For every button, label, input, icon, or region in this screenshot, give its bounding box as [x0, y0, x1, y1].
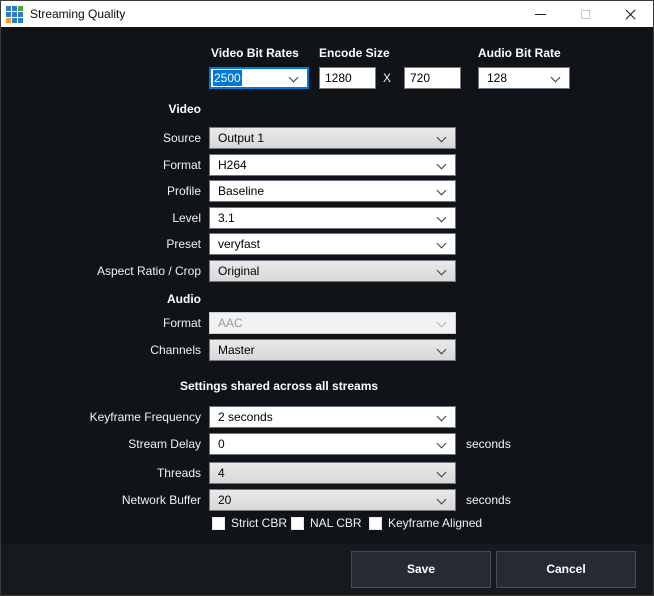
video-section-header: Video — [1, 102, 201, 116]
maximize-button — [563, 1, 608, 27]
save-button[interactable]: Save — [351, 551, 491, 588]
window-title: Streaming Quality — [30, 7, 125, 21]
streaming-quality-dialog: Streaming Quality Video Bit Rates Encode… — [0, 0, 654, 596]
chevron-down-icon — [551, 73, 561, 83]
seconds-suffix: seconds — [466, 489, 511, 511]
field-row-aspect-ratio-crop: Aspect Ratio / Crop Original — [1, 260, 654, 282]
field-row-level: Level 3.1 — [1, 207, 654, 229]
encode-size-separator: X — [383, 71, 391, 85]
audio-bitrate-combo[interactable]: 128 — [478, 67, 570, 89]
format-combo[interactable]: H264 — [209, 154, 456, 176]
profile-combo[interactable]: Baseline — [209, 180, 456, 202]
aspect-ratio-crop-combo[interactable]: Original — [209, 260, 456, 282]
encode-height-input[interactable] — [404, 67, 461, 89]
checkbox-box — [369, 517, 382, 530]
audio-bit-rate-header: Audio Bit Rate — [478, 46, 561, 60]
field-row-keyframe-frequency: Keyframe Frequency 2 seconds — [1, 406, 654, 428]
chevron-down-icon — [289, 73, 299, 83]
audio-section-header: Audio — [1, 292, 201, 306]
close-button[interactable] — [608, 1, 653, 27]
chevron-down-icon — [437, 439, 447, 449]
maximize-icon — [581, 10, 590, 19]
chevron-down-icon — [437, 160, 447, 170]
chevron-down-icon — [437, 133, 447, 143]
close-icon — [625, 9, 636, 20]
chevron-down-icon — [437, 213, 447, 223]
field-row-channels: Channels Master — [1, 339, 654, 361]
minimize-icon — [535, 14, 546, 15]
chevron-down-icon — [437, 266, 447, 276]
encode-width-input[interactable] — [319, 67, 376, 89]
video-bitrate-combo[interactable]: 2500 — [209, 67, 309, 89]
field-row-format: Format H264 — [1, 154, 654, 176]
checkbox-box — [291, 517, 304, 530]
source-combo[interactable]: Output 1 — [209, 127, 456, 149]
threads-combo[interactable]: 4 — [209, 462, 456, 484]
nal-cbr-checkbox[interactable]: NAL CBR — [291, 516, 362, 530]
field-row-stream-delay: Stream Delay 0 seconds — [1, 433, 654, 455]
encode-size-header: Encode Size — [319, 46, 390, 60]
chevron-down-icon — [437, 412, 447, 422]
chevron-down-icon — [437, 239, 447, 249]
keyframe-frequency-combo[interactable]: 2 seconds — [209, 406, 456, 428]
field-row-source: Source Output 1 — [1, 127, 654, 149]
checkbox-box — [212, 517, 225, 530]
chevron-down-icon — [437, 186, 447, 196]
audio-bitrate-value: 128 — [487, 71, 507, 85]
shared-section-header: Settings shared across all streams — [1, 379, 557, 393]
video-bitrate-value: 2500 — [213, 70, 242, 86]
field-row-audio-format: Format AAC — [1, 312, 654, 334]
stream-delay-combo[interactable]: 0 — [209, 433, 456, 455]
chevron-down-icon — [437, 345, 447, 355]
cancel-button[interactable]: Cancel — [496, 551, 636, 588]
audio-format-combo: AAC — [209, 312, 456, 334]
chevron-down-icon — [437, 468, 447, 478]
chevron-down-icon — [437, 318, 447, 328]
network-buffer-combo[interactable]: 20 — [209, 489, 456, 511]
keyframe-aligned-checkbox[interactable]: Keyframe Aligned — [369, 516, 482, 530]
title-bar: Streaming Quality — [1, 1, 653, 27]
minimize-button[interactable] — [518, 1, 563, 27]
field-row-preset: Preset veryfast — [1, 233, 654, 255]
channels-combo[interactable]: Master — [209, 339, 456, 361]
field-row-threads: Threads 4 — [1, 462, 654, 484]
dialog-body: Video Bit Rates Encode Size Audio Bit Ra… — [1, 27, 653, 595]
app-logo-grid-icon — [6, 6, 23, 23]
field-row-profile: Profile Baseline — [1, 180, 654, 202]
video-bit-rates-header: Video Bit Rates — [211, 46, 299, 60]
field-row-network-buffer: Network Buffer 20 seconds — [1, 489, 654, 511]
seconds-suffix: seconds — [466, 433, 511, 455]
preset-combo[interactable]: veryfast — [209, 233, 456, 255]
strict-cbr-checkbox[interactable]: Strict CBR — [212, 516, 287, 530]
chevron-down-icon — [437, 495, 447, 505]
level-combo[interactable]: 3.1 — [209, 207, 456, 229]
